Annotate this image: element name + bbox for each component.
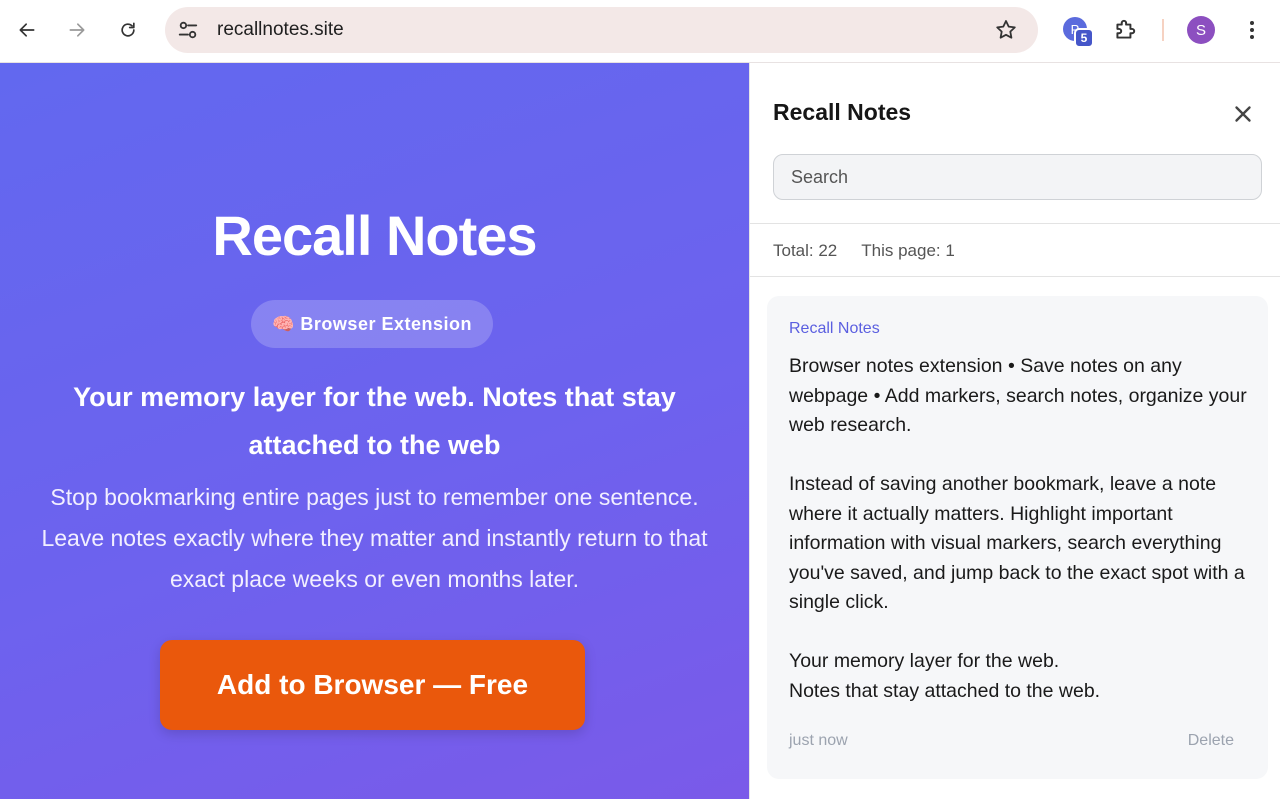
toolbar-divider — [1162, 19, 1164, 41]
note-body[interactable]: Browser notes extension • Save notes on … — [789, 352, 1259, 706]
total-count: Total: 22 — [773, 241, 838, 260]
add-to-browser-button[interactable]: Add to Browser — Free — [160, 640, 585, 730]
hero-subtitle: Your memory layer for the web. Notes tha… — [73, 382, 676, 460]
note-source-link[interactable]: Recall Notes — [789, 320, 880, 338]
back-button[interactable] — [10, 13, 44, 47]
reload-button[interactable] — [111, 13, 145, 47]
note-timestamp: just now — [789, 732, 848, 749]
panel-title: Recall Notes — [773, 99, 912, 125]
this-page-count: This page: 1 — [861, 241, 955, 260]
arrow-right-icon — [69, 23, 85, 37]
hero-section: Recall Notes 🧠 Browser Extension Your me… — [0, 63, 749, 799]
hero-title: Recall Notes — [212, 204, 537, 267]
forward-button[interactable] — [60, 13, 94, 47]
hero-description: Stop bookmarking entire pages just to re… — [41, 484, 708, 592]
site-settings-icon[interactable] — [177, 19, 199, 41]
note-card[interactable]: Recall Notes Browser notes extension • S… — [767, 296, 1268, 779]
browser-toolbar: recallnotes.site P 5 S — [0, 0, 1280, 63]
more-menu-icon[interactable] — [1240, 18, 1264, 42]
note-stats: Total: 22 This page: 1 — [773, 241, 955, 261]
delete-note-button[interactable]: Delete — [1188, 732, 1234, 750]
bookmark-star-icon[interactable] — [994, 18, 1018, 42]
url-text[interactable]: recallnotes.site — [217, 19, 344, 41]
search-input[interactable] — [773, 154, 1262, 200]
recall-notes-side-panel: Recall Notes Total: 22 This page: 1 Reca… — [749, 63, 1280, 799]
divider — [750, 223, 1280, 224]
arrow-left-icon — [19, 23, 35, 37]
divider — [750, 276, 1280, 277]
reload-icon — [121, 22, 135, 37]
profile-avatar[interactable]: S — [1187, 16, 1215, 44]
extension-badge-count: 5 — [1074, 28, 1094, 48]
close-icon[interactable] — [1230, 101, 1256, 127]
puzzle-icon[interactable] — [1112, 17, 1138, 43]
extension-button[interactable]: P 5 — [1061, 17, 1095, 51]
browser-extension-badge: 🧠 Browser Extension — [251, 300, 493, 348]
address-bar[interactable]: recallnotes.site — [165, 7, 1038, 53]
